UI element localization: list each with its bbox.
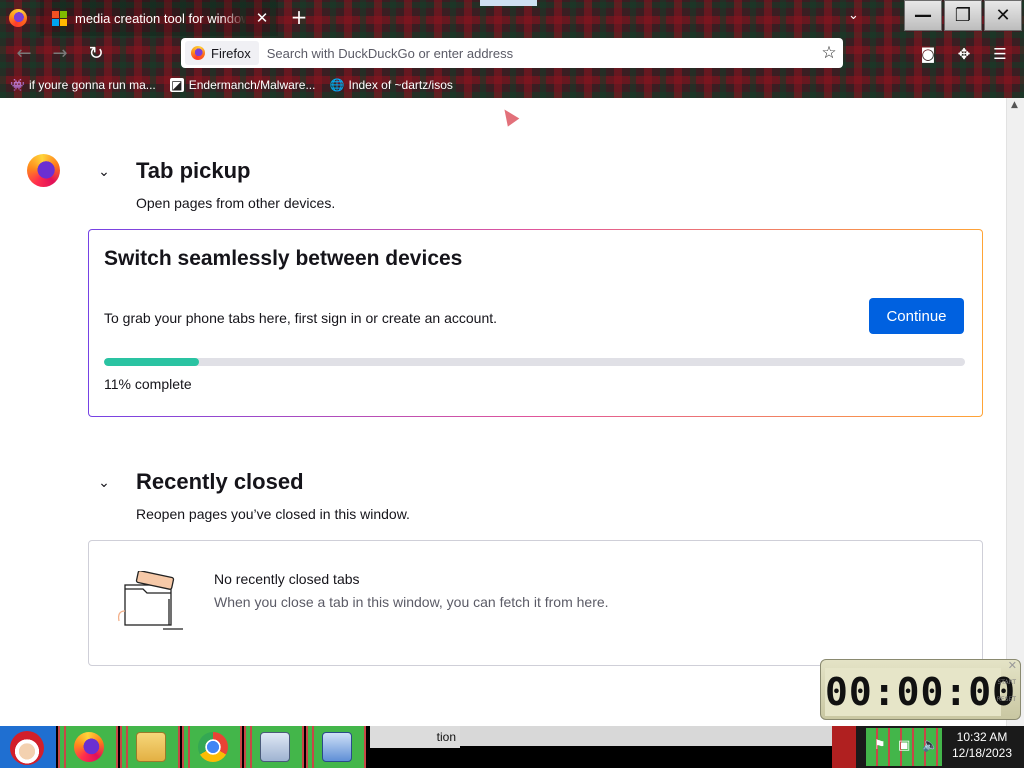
- taskbar-task-button[interactable]: tion: [370, 726, 460, 748]
- extensions-icon[interactable]: ✥: [952, 42, 976, 66]
- clock-date[interactable]: 12/18/2023: [942, 746, 1022, 760]
- bookmarks-toolbar: 👾 if youre gonna run ma... ◪ Endermanch/…: [0, 72, 1024, 98]
- tab-pickup-card-heading: Switch seamlessly between devices: [104, 247, 463, 270]
- github-icon: ◪: [169, 78, 184, 92]
- setup-progress-bar: [104, 358, 965, 366]
- flag-icon[interactable]: ⚑: [874, 738, 886, 753]
- empty-state-description: When you close a tab in this window, you…: [214, 594, 609, 610]
- clock-time[interactable]: 10:32 AM: [942, 730, 1022, 744]
- close-window-button[interactable]: ✕: [984, 0, 1022, 31]
- tab-strip: media creation tool for windows 7 ✕ + ⌄ …: [0, 0, 1024, 36]
- taskbar-control-panel[interactable]: [306, 726, 366, 768]
- tab-pickup-card-text: To grab your phone tabs here, first sign…: [104, 310, 498, 326]
- firefox-logo-icon: [27, 154, 60, 187]
- minimize-button[interactable]: —: [904, 0, 942, 31]
- url-bar[interactable]: Firefox ☆: [181, 38, 843, 68]
- stopwatch-close-icon[interactable]: ✕: [1008, 659, 1017, 672]
- control-panel-icon: [322, 732, 352, 762]
- forward-button[interactable]: →: [48, 42, 72, 66]
- scroll-up-arrow-icon[interactable]: ▲: [1011, 100, 1018, 110]
- taskbar: tion ⚑ ▣ 🔈 10:32 AM 12/18/2023: [0, 726, 1024, 768]
- setup-progress-label: 11% complete: [104, 376, 192, 392]
- bookmark-label: Endermanch/Malware...: [188, 78, 316, 92]
- firefox-icon: [74, 732, 104, 762]
- empty-state-title: No recently closed tabs: [214, 571, 360, 587]
- bookmark-item[interactable]: 👾 if youre gonna run ma...: [10, 78, 156, 92]
- taskbar-chrome[interactable]: [182, 726, 242, 768]
- microsoft-logo-icon: [52, 10, 67, 26]
- tab-pickup-card: Switch seamlessly between devices To gra…: [88, 229, 983, 417]
- tab-title: media creation tool for windows 7: [75, 10, 246, 26]
- page-scrollbar[interactable]: ▲: [1006, 98, 1024, 726]
- mouse-cursor-icon: [498, 105, 520, 127]
- show-desktop-button[interactable]: [832, 726, 856, 768]
- stopwatch-start-button[interactable]: START: [997, 679, 1016, 686]
- bookmark-label: if youre gonna run ma...: [29, 78, 156, 92]
- firefox-view-page: ⌄ Tab pickup Open pages from other devic…: [0, 98, 1006, 726]
- network-icon[interactable]: ▣: [898, 738, 910, 753]
- bookmark-label: Index of ~dartz/isos: [348, 78, 453, 92]
- recently-closed-subtitle: Reopen pages you’ve closed in this windo…: [136, 506, 410, 522]
- tab-pickup-subtitle: Open pages from other devices.: [136, 195, 336, 211]
- recently-closed-title: Recently closed: [136, 469, 304, 494]
- empty-folder-illustration-icon: [117, 571, 183, 630]
- taskbar-file-explorer[interactable]: [120, 726, 180, 768]
- reload-button[interactable]: ↻: [84, 42, 108, 66]
- firefox-view-icon[interactable]: [9, 9, 27, 27]
- santa-start-icon: [10, 731, 44, 765]
- continue-button[interactable]: Continue: [869, 298, 964, 334]
- bookmark-item[interactable]: ◪ Endermanch/Malware...: [169, 78, 316, 92]
- tab-pickup-title: Tab pickup: [136, 158, 251, 183]
- alien-icon: 👾: [10, 78, 25, 92]
- titlebar-drag-region[interactable]: [480, 0, 537, 6]
- collapse-tab-pickup-chevron-icon[interactable]: ⌄: [96, 164, 112, 180]
- stopwatch-widget[interactable]: 00:00:00 ✕ START RESET: [820, 659, 1021, 720]
- browser-toolbar: media creation tool for windows 7 ✕ + ⌄ …: [0, 0, 1024, 98]
- pocket-icon[interactable]: ◙: [916, 42, 940, 66]
- globe-icon: 🌐: [329, 78, 345, 92]
- identity-box[interactable]: Firefox: [185, 41, 259, 65]
- tray-icons[interactable]: ⚑ ▣ 🔈: [866, 728, 942, 766]
- collapse-recently-closed-chevron-icon[interactable]: ⌄: [96, 475, 112, 491]
- bookmark-star-icon[interactable]: ☆: [815, 43, 843, 63]
- app-menu-icon[interactable]: ☰: [988, 42, 1012, 66]
- identity-label: Firefox: [211, 45, 251, 61]
- new-tab-button[interactable]: +: [288, 6, 310, 28]
- keyboard-computer-icon: [260, 732, 290, 762]
- tab-media-creation-tool[interactable]: media creation tool for windows 7 ✕: [40, 0, 278, 36]
- address-input[interactable]: [258, 45, 815, 61]
- bookmark-item[interactable]: 🌐 Index of ~dartz/isos: [329, 78, 452, 92]
- back-button[interactable]: ←: [12, 42, 36, 66]
- folder-icon: [136, 732, 166, 762]
- taskbar-on-screen-keyboard[interactable]: [244, 726, 304, 768]
- list-all-tabs-chevron-icon[interactable]: ⌄: [848, 8, 859, 23]
- start-button[interactable]: [0, 726, 56, 768]
- chrome-icon: [198, 732, 228, 762]
- setup-progress-fill: [104, 358, 199, 366]
- navigation-bar: ← → ↻ Firefox ☆ ◙ ✥ ☰: [0, 36, 1024, 72]
- tab-close-icon[interactable]: ✕: [254, 9, 270, 27]
- taskbar-firefox[interactable]: [58, 726, 118, 768]
- firefox-icon: [191, 46, 205, 60]
- restore-button[interactable]: ❐: [944, 0, 982, 31]
- recently-closed-card: No recently closed tabs When you close a…: [88, 540, 983, 666]
- stopwatch-display: 00:00:00: [825, 668, 1017, 716]
- stopwatch-reset-button[interactable]: RESET: [997, 696, 1016, 703]
- volume-icon[interactable]: 🔈: [922, 738, 938, 753]
